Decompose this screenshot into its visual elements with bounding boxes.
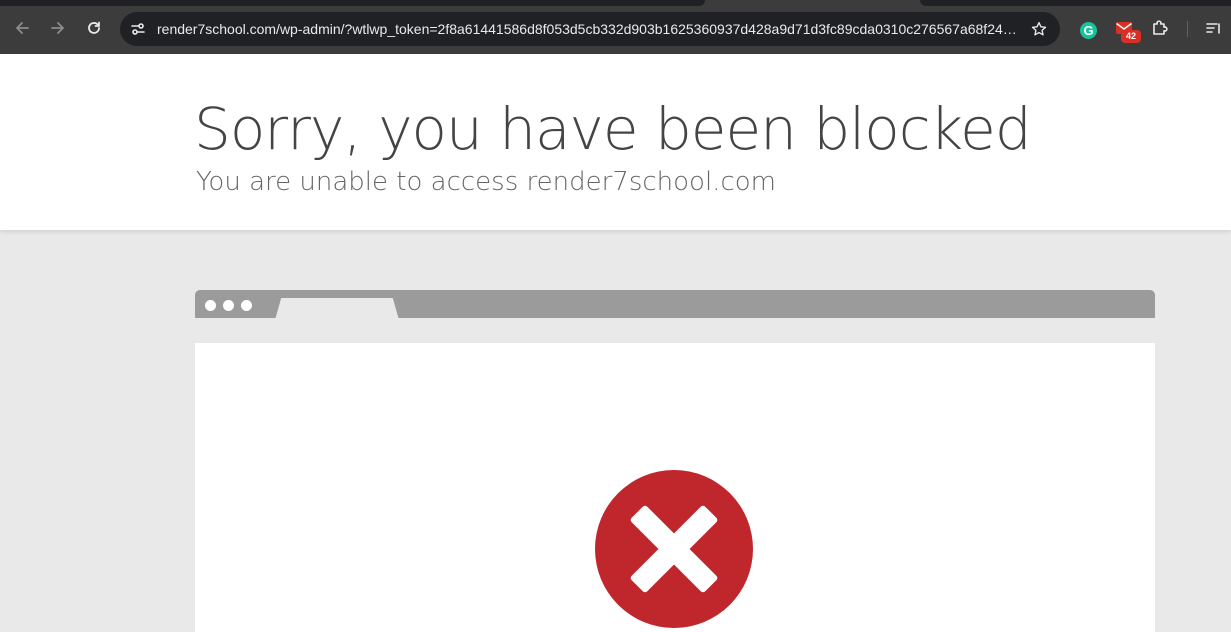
tune-icon <box>131 23 145 35</box>
page-title: Sorry, you have been blocked <box>194 95 1032 163</box>
reload-button[interactable] <box>80 14 108 42</box>
reload-icon <box>88 21 100 34</box>
blocked-header: Sorry, you have been blocked You are una… <box>0 54 1231 230</box>
url-text[interactable]: render7school.com/wp-admin/?wtlwp_token=… <box>157 21 1019 37</box>
address-bar[interactable]: render7school.com/wp-admin/?wtlwp_token=… <box>120 12 1060 46</box>
bookmark-button[interactable] <box>1028 18 1050 40</box>
browser-illustration-bar <box>195 290 1155 318</box>
illustration-tab <box>275 298 399 318</box>
toolbar-divider <box>1187 21 1188 37</box>
close-icon <box>630 505 718 593</box>
window-dot <box>241 300 252 311</box>
back-button[interactable] <box>8 14 36 42</box>
error-icon <box>595 470 753 628</box>
grammarly-extension-button[interactable]: G <box>1080 22 1097 39</box>
browser-illustration-body <box>195 343 1155 632</box>
arrow-left-icon <box>16 22 29 34</box>
grammarly-icon: G <box>1083 23 1094 38</box>
star-icon <box>1031 21 1047 36</box>
puzzle-icon <box>1153 20 1168 35</box>
window-dot <box>223 300 234 311</box>
tab-strip-right <box>920 0 1231 6</box>
window-dot <box>205 300 216 311</box>
extensions-button[interactable] <box>1149 17 1171 39</box>
list-icon <box>1206 23 1220 34</box>
mail-count-badge: 42 <box>1121 30 1141 43</box>
tab-strip-left <box>0 0 705 6</box>
site-info-button[interactable] <box>126 17 150 41</box>
page-subtitle: You are unable to access render7school.c… <box>196 167 776 197</box>
arrow-right-icon <box>51 22 64 34</box>
forward-button[interactable] <box>44 14 72 42</box>
browser-toolbar: render7school.com/wp-admin/?wtlwp_token=… <box>0 0 1231 54</box>
reading-list-button[interactable] <box>1203 17 1225 39</box>
